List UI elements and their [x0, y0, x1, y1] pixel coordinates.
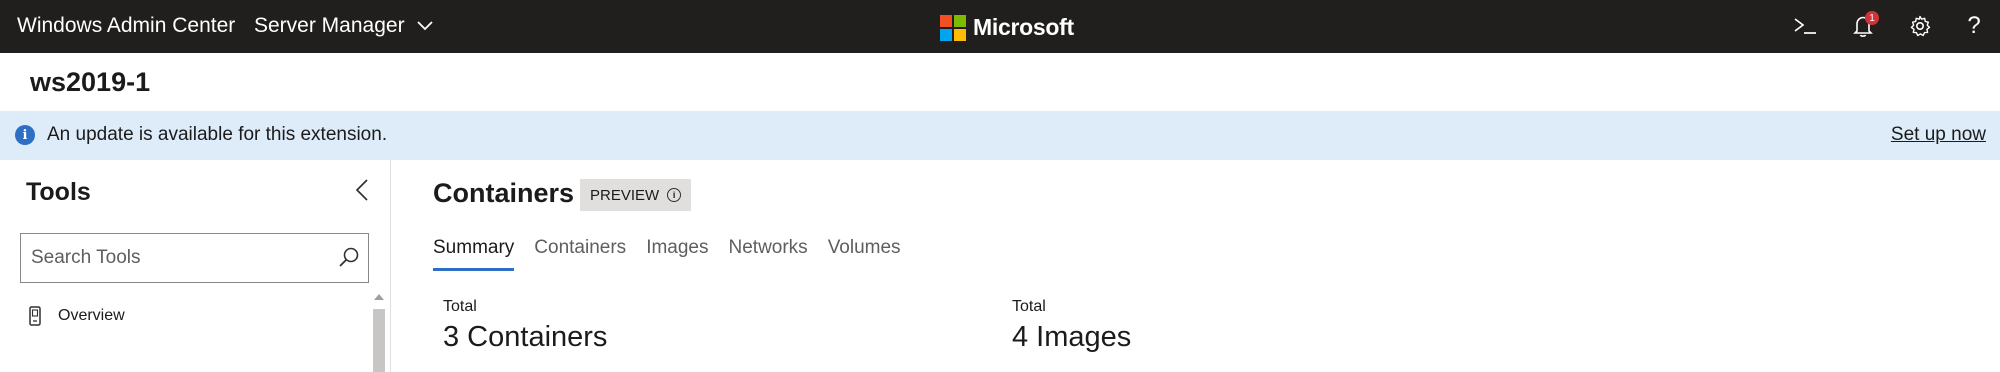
notification-count-badge: 1: [1865, 11, 1879, 25]
powershell-icon: [1794, 18, 1816, 34]
server-manager-label: Server Manager: [254, 14, 405, 37]
server-title: ws2019-1: [30, 67, 151, 97]
help-icon: ?: [1967, 12, 1981, 39]
tool-item-label: Overview: [58, 307, 125, 324]
settings-button[interactable]: [1905, 11, 1935, 41]
tab-volumes[interactable]: Volumes: [828, 235, 901, 271]
microsoft-logo-icon: [940, 14, 966, 41]
logo-square-green: [954, 14, 966, 27]
tab-summary[interactable]: Summary: [433, 235, 515, 271]
tools-pane: Tools Overview: [0, 160, 391, 372]
brand-name: Microsoft: [973, 14, 1074, 40]
tab-containers[interactable]: Containers: [534, 235, 626, 271]
stat-value: 3 Containers: [443, 321, 608, 353]
settings-gear-icon: [1910, 15, 1931, 37]
images-total-stat: Total 4 Images: [1012, 298, 1131, 354]
info-icon: i: [15, 125, 35, 145]
scroll-thumb[interactable]: [373, 309, 385, 372]
scroll-up-arrow-icon[interactable]: [374, 294, 384, 300]
preview-info-icon: i: [667, 188, 682, 202]
page-title: Containers: [433, 178, 575, 208]
logo-square-red: [940, 14, 952, 27]
notifications-button[interactable]: 1: [1848, 11, 1879, 41]
tab-networks[interactable]: Networks: [729, 235, 808, 271]
logo-square-blue: [940, 28, 952, 41]
search-icon[interactable]: [337, 246, 361, 270]
tab-bar: Summary Containers Images Networks Volum…: [433, 235, 901, 271]
stat-label: Total: [1012, 298, 1046, 315]
search-tools-input[interactable]: [31, 244, 331, 272]
set-up-now-link[interactable]: Set up now: [1891, 124, 1986, 146]
logo-square-yellow: [954, 28, 966, 41]
chevron-left-icon: [355, 179, 368, 201]
help-button[interactable]: ?: [1959, 11, 1989, 41]
microsoft-brand: Microsoft: [940, 14, 1074, 41]
powershell-button[interactable]: [1790, 11, 1820, 41]
containers-total-stat: Total 3 Containers: [443, 298, 607, 354]
collapse-tools-button[interactable]: [350, 178, 374, 202]
stat-value: 4 Images: [1012, 321, 1132, 353]
device-icon: [29, 306, 41, 326]
update-banner: i An update is available for this extens…: [0, 111, 2000, 160]
banner-message: An update is available for this extensio…: [47, 124, 388, 145]
chevron-down-icon: [416, 21, 433, 31]
stat-label: Total: [443, 298, 477, 315]
tools-scrollbar[interactable]: [372, 294, 386, 372]
app-title[interactable]: Windows Admin Center: [17, 14, 235, 38]
tab-images[interactable]: Images: [646, 235, 708, 271]
server-manager-dropdown[interactable]: Server Manager: [254, 14, 433, 38]
preview-badge[interactable]: PREVIEW i: [580, 179, 692, 211]
tools-title: Tools: [26, 178, 91, 206]
preview-label: PREVIEW: [590, 186, 660, 204]
tool-item-overview[interactable]: Overview: [28, 306, 125, 326]
top-bar: Windows Admin Center Server Manager Micr…: [0, 0, 2000, 53]
search-tools-box[interactable]: [20, 233, 369, 283]
